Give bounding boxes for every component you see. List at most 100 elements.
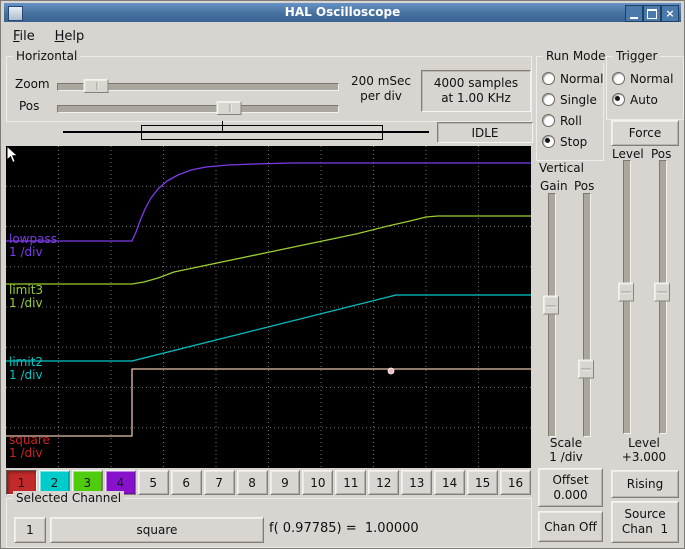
radio-option-label: Roll	[560, 113, 582, 128]
titlebar[interactable]: HAL Oscilloscope ×	[4, 3, 681, 22]
run-mode-label: Run Mode	[543, 49, 609, 63]
selected-channel-number-button[interactable]: 1	[14, 517, 46, 543]
scale-value: 1 /div	[549, 450, 583, 464]
trigger-options: Normal Auto	[607, 68, 683, 110]
scope-labels: lowpass 1 /div limit3 1 /div limit2 1 /div squ…	[6, 146, 531, 468]
timescale-readout: 200 mSec per div	[343, 74, 419, 104]
channel-button-7[interactable]: 7	[203, 470, 235, 495]
trace-label-lowpass: lowpass 1 /div	[9, 232, 57, 259]
trigger-level-label: Level	[612, 147, 644, 161]
run-mode-group: Run Mode Normal Single Roll Stop	[536, 49, 609, 161]
close-icon: ×	[665, 7, 675, 20]
trigger-pos-label: Pos	[651, 147, 672, 161]
timescale-value: 200 mSec	[350, 74, 411, 88]
radio-icon[interactable]	[612, 93, 625, 106]
mouse-cursor	[6, 146, 19, 164]
radio-icon[interactable]	[542, 72, 555, 85]
minimize-button[interactable]	[625, 5, 643, 22]
trigger-level-slider[interactable]	[618, 160, 634, 434]
radio-option-auto[interactable]: Auto	[607, 89, 683, 110]
radio-option-roll[interactable]: Roll	[537, 110, 603, 131]
radio-option-single[interactable]: Single	[537, 89, 603, 110]
offset-value: 0.000	[553, 487, 588, 502]
samples-info-box[interactable]: 4000 samples at 1.00 KHz	[421, 70, 531, 112]
selected-channel-group: Selected Channel 1 square f( 0.97785) = …	[6, 491, 532, 548]
zoom-slider[interactable]	[57, 79, 339, 93]
trigger-level-slider-handle[interactable]	[618, 282, 634, 302]
trigger-edge-button[interactable]: Rising	[611, 470, 679, 498]
radio-icon[interactable]	[542, 114, 555, 127]
vertical-section-label: Vertical	[539, 161, 584, 175]
function-readout: f( 0.97785) = 1.00000	[269, 521, 419, 536]
channel-button-8[interactable]: 8	[236, 470, 268, 495]
channel-button-9[interactable]: 9	[269, 470, 301, 495]
radio-option-normal[interactable]: Normal	[537, 68, 603, 89]
app-window: HAL Oscilloscope × File Help Horizontal …	[0, 0, 685, 549]
menu-help[interactable]: Help	[47, 25, 93, 48]
radio-option-stop[interactable]: Stop	[537, 131, 603, 152]
horizontal-group-label: Horizontal	[13, 49, 81, 63]
scale-caption: Scale	[549, 436, 583, 450]
selected-channel-label: Selected Channel	[13, 491, 125, 505]
radio-icon[interactable]	[542, 135, 555, 148]
record-window-box[interactable]	[141, 125, 383, 140]
pos-slider-trough[interactable]	[57, 105, 339, 113]
trigger-source-button[interactable]: Source Chan 1	[611, 501, 679, 543]
menu-file[interactable]: File	[5, 25, 43, 48]
trigger-pos-slider[interactable]	[654, 160, 670, 434]
gain-slider-trough[interactable]	[548, 193, 556, 437]
samples-rate: at 1.00 KHz	[441, 91, 511, 105]
vertical-pos-slider-trough[interactable]	[583, 193, 591, 437]
scope-display[interactable]: lowpass 1 /div limit3 1 /div limit2 1 /div squ…	[6, 146, 531, 468]
channel-button-10[interactable]: 10	[302, 470, 334, 495]
scale-readout: Scale 1 /div	[534, 436, 598, 464]
gain-slider[interactable]	[543, 193, 559, 437]
vertical-pos-slider-handle[interactable]	[578, 359, 594, 379]
vertical-pos-label: Pos	[574, 179, 595, 193]
radio-option-label: Normal	[630, 71, 674, 86]
radio-option-normal[interactable]: Normal	[607, 68, 683, 89]
radio-option-label: Normal	[560, 71, 604, 86]
radio-icon[interactable]	[542, 93, 555, 106]
zoom-slider-handle[interactable]	[83, 79, 109, 93]
maximize-button[interactable]	[643, 5, 661, 22]
menubar: File Help	[5, 25, 680, 49]
channel-button-15[interactable]: 15	[467, 470, 499, 495]
status-box: IDLE	[437, 122, 533, 143]
channel-button-12[interactable]: 12	[368, 470, 400, 495]
offset-button[interactable]: Offset 0.000	[538, 468, 603, 507]
gain-slider-handle[interactable]	[543, 295, 559, 315]
trace-label-limit3: limit3 1 /div	[9, 283, 44, 310]
radio-option-label: Single	[560, 92, 597, 107]
selected-channel-name-button[interactable]: square	[50, 517, 264, 543]
window-title: HAL Oscilloscope	[284, 5, 401, 19]
gain-label: Gain	[540, 179, 568, 193]
channel-button-6[interactable]: 6	[170, 470, 202, 495]
trigger-source-value: Chan 1	[621, 522, 669, 536]
trigger-pos-slider-handle[interactable]	[654, 282, 670, 302]
trace-label-square: square 1 /div	[9, 433, 50, 460]
channel-button-16[interactable]: 16	[500, 470, 531, 495]
record-position-tick	[222, 121, 223, 132]
trigger-level-readout: Level +3.000	[607, 436, 681, 464]
channel-button-14[interactable]: 14	[434, 470, 466, 495]
channel-button-13[interactable]: 13	[401, 470, 433, 495]
samples-count: 4000 samples	[433, 76, 519, 90]
status-text: IDLE	[471, 125, 499, 140]
force-button[interactable]: Force	[611, 120, 679, 146]
radio-option-label: Auto	[630, 92, 658, 107]
vertical-pos-slider[interactable]	[578, 193, 594, 437]
close-button[interactable]: ×	[661, 5, 679, 22]
zoom-label: Zoom	[15, 77, 50, 91]
channel-button-5[interactable]: 5	[137, 470, 169, 495]
minimize-icon	[630, 16, 638, 19]
radio-icon[interactable]	[612, 72, 625, 85]
trace-label-limit2: limit2 1 /div	[9, 355, 44, 382]
trigger-group-label: Trigger	[613, 49, 661, 63]
run-mode-options: Normal Single Roll Stop	[537, 68, 603, 152]
trigger-group: Trigger Normal Auto	[606, 49, 684, 120]
pos-slider[interactable]	[57, 101, 339, 115]
pos-slider-handle[interactable]	[216, 101, 242, 115]
channel-button-11[interactable]: 11	[335, 470, 367, 495]
chan-off-button[interactable]: Chan Off	[538, 511, 603, 542]
